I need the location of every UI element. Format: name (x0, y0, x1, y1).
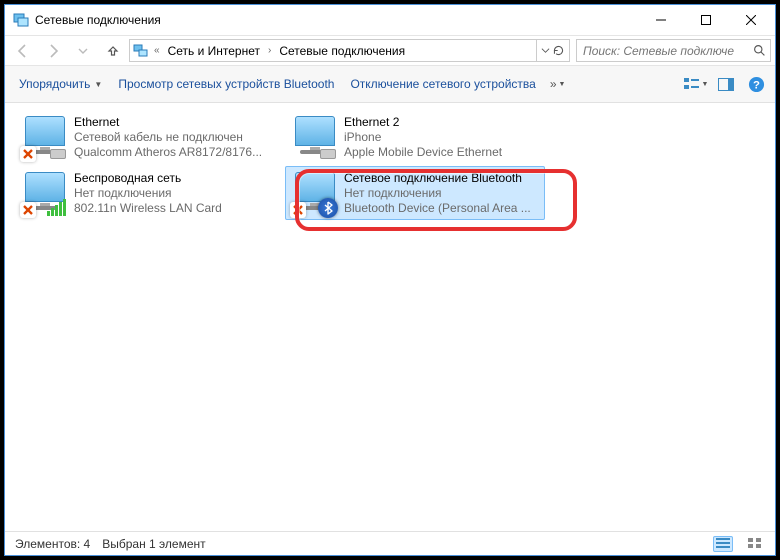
connection-name: Сетевое подключение Bluetooth (344, 171, 531, 186)
connection-item-bluetooth[interactable]: Сетевое подключение Bluetooth Нет подклю… (285, 166, 545, 220)
refresh-icon[interactable] (552, 44, 565, 57)
help-button[interactable]: ? (743, 71, 769, 97)
view-bluetooth-devices-button[interactable]: Просмотр сетевых устройств Bluetooth (110, 69, 342, 99)
view-options-button[interactable]: ▼ (683, 71, 709, 97)
connection-name: Ethernet (74, 115, 262, 130)
cable-icon (320, 149, 336, 159)
connection-device: 802.11n Wireless LAN Card (74, 201, 222, 216)
command-bar: Упорядочить▼ Просмотр сетевых устройств … (5, 66, 775, 103)
address-bar: « Сеть и Интернет › Сетевые подключения (5, 35, 775, 66)
error-badge-icon (20, 202, 36, 218)
breadcrumb-item[interactable]: Сеть и Интернет (162, 40, 266, 61)
connection-item-ethernet-2[interactable]: Ethernet 2 iPhone Apple Mobile Device Et… (285, 110, 545, 164)
error-badge-icon (290, 202, 306, 218)
ethernet-icon (290, 114, 340, 162)
chevron-right-icon: › (266, 45, 273, 56)
wifi-icon (20, 170, 70, 218)
cable-icon (50, 149, 66, 159)
connection-device: Apple Mobile Device Ethernet (344, 145, 502, 160)
organize-button[interactable]: Упорядочить▼ (11, 69, 110, 99)
connection-item-wifi[interactable]: Беспроводная сеть Нет подключения 802.11… (15, 166, 275, 220)
selection-count: Выбран 1 элемент (102, 537, 205, 551)
large-icons-view-button[interactable] (745, 536, 765, 552)
details-view-button[interactable] (713, 536, 733, 552)
ethernet-icon (20, 114, 70, 162)
back-button[interactable] (9, 39, 37, 63)
forward-button[interactable] (39, 39, 67, 63)
recent-dropdown[interactable] (69, 39, 97, 63)
chevron-down-icon[interactable] (541, 46, 550, 55)
bluetooth-connection-icon (290, 170, 340, 218)
close-button[interactable] (728, 6, 773, 34)
more-commands-button[interactable]: »▼ (544, 77, 572, 91)
status-bar: Элементов: 4 Выбран 1 элемент (5, 531, 775, 555)
connection-status: Сетевой кабель не подключен (74, 130, 262, 145)
svg-text:?: ? (753, 79, 760, 91)
connection-device: Qualcomm Atheros AR8172/8176... (74, 145, 262, 160)
maximize-button[interactable] (683, 6, 728, 34)
connections-list: Ethernet Сетевой кабель не подключен Qua… (5, 104, 775, 531)
titlebar: Сетевые подключения (5, 5, 775, 35)
connection-name: Беспроводная сеть (74, 171, 222, 186)
search-input[interactable] (577, 44, 748, 58)
error-badge-icon (20, 146, 36, 162)
item-count: Элементов: 4 (15, 537, 90, 551)
network-icon (130, 43, 152, 59)
signal-bars-icon (47, 199, 66, 216)
connection-status: Нет подключения (74, 186, 222, 201)
window-title: Сетевые подключения (35, 13, 638, 27)
connection-item-ethernet[interactable]: Ethernet Сетевой кабель не подключен Qua… (15, 110, 275, 164)
breadcrumb-item[interactable]: Сетевые подключения (273, 40, 411, 61)
chevron-down-icon: ▼ (94, 80, 102, 89)
search-icon[interactable] (748, 44, 770, 57)
chevron-right-icon: « (152, 45, 162, 56)
connection-device: Bluetooth Device (Personal Area ... (344, 201, 531, 216)
window: Сетевые подключения « Сеть и Интернет › … (4, 4, 776, 556)
breadcrumb-box[interactable]: « Сеть и Интернет › Сетевые подключения (129, 39, 570, 62)
minimize-button[interactable] (638, 6, 683, 34)
connection-status: iPhone (344, 130, 502, 145)
preview-pane-button[interactable] (713, 71, 739, 97)
bluetooth-icon (318, 198, 338, 218)
network-connections-icon (13, 12, 29, 28)
disable-device-button[interactable]: Отключение сетевого устройства (342, 69, 543, 99)
connection-name: Ethernet 2 (344, 115, 502, 130)
connection-status: Нет подключения (344, 186, 531, 201)
up-button[interactable] (99, 39, 127, 63)
search-box[interactable] (576, 39, 771, 62)
